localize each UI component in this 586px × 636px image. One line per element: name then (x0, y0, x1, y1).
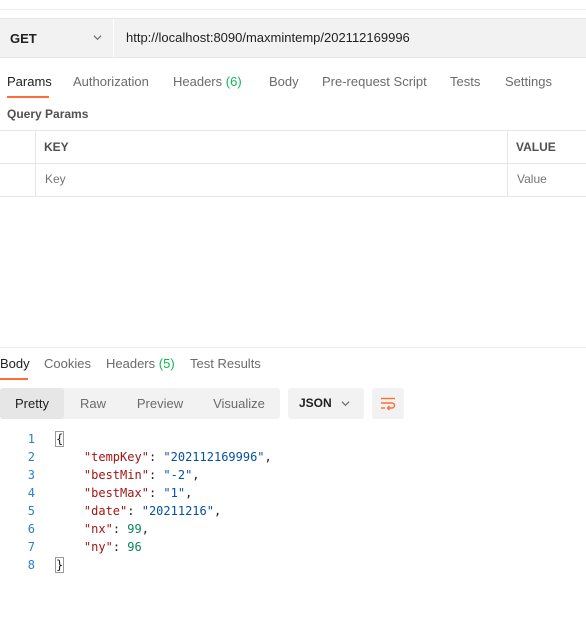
json-key: "bestMin" (83, 468, 149, 482)
tab-test-results[interactable]: Test Results (190, 356, 261, 371)
value-input[interactable] (517, 172, 577, 186)
wrap-lines-button[interactable] (372, 388, 404, 419)
line-number: 8 (27, 558, 35, 572)
open-brace: { (55, 431, 65, 447)
active-response-tab-indicator (0, 378, 28, 380)
code-text: "nx": 99, (83, 522, 149, 536)
tab-body[interactable]: Body (269, 74, 299, 89)
line-number: 1 (27, 432, 35, 446)
line-number: 3 (27, 468, 35, 482)
response-tabs: Body Cookies Headers (5) Test Results (0, 356, 586, 380)
json-value: 96 (127, 540, 142, 554)
raw-button[interactable]: Raw (64, 388, 122, 419)
tab-params[interactable]: Params (7, 74, 52, 89)
code-text: "date": "20211216", (83, 504, 222, 518)
tab-headers-label: Headers (173, 74, 223, 89)
table-row (0, 163, 586, 197)
json-key: "bestMax" (83, 486, 149, 500)
code-line: 1{ (0, 430, 586, 448)
method-divider (113, 19, 114, 57)
code-line: 2 "tempKey": "202112169996", (0, 448, 586, 466)
tab-headers[interactable]: Headers (6) (173, 74, 242, 89)
json-comma: , (264, 450, 272, 464)
column-divider (35, 131, 36, 163)
close-brace: } (55, 557, 65, 573)
json-comma: , (185, 486, 193, 500)
line-number: 4 (27, 486, 35, 500)
line-number: 2 (27, 450, 35, 464)
request-bar: GET (0, 18, 586, 58)
format-select[interactable]: JSON (288, 388, 364, 419)
code-text: { (55, 430, 65, 448)
code-line: 6 "nx": 99, (0, 520, 586, 538)
code-line: 4 "bestMax": "1", (0, 484, 586, 502)
json-key: "tempKey" (83, 450, 149, 464)
json-value: "1" (163, 486, 186, 500)
response-divider (0, 347, 586, 348)
json-value: "202112169996" (163, 450, 265, 464)
json-value: "-2" (163, 468, 193, 482)
json-key: "ny" (83, 540, 113, 554)
json-comma: , (141, 522, 149, 536)
tab-prerequest-script[interactable]: Pre-request Script (322, 74, 427, 89)
code-line: 5 "date": "20211216", (0, 502, 586, 520)
url-input[interactable] (126, 19, 566, 57)
code-line: 7 "ny": 96 (0, 538, 586, 556)
column-divider (507, 164, 508, 196)
chevron-down-icon (93, 35, 102, 41)
pretty-button[interactable]: Pretty (0, 388, 64, 419)
code-text: "bestMax": "1", (83, 486, 193, 500)
response-headers-count-badge: (5) (158, 356, 175, 371)
query-params-table: KEY VALUE (0, 130, 586, 197)
tab-response-headers-label: Headers (106, 356, 156, 371)
wrap-lines-icon (381, 397, 396, 411)
key-input[interactable] (45, 172, 105, 186)
column-divider (35, 164, 36, 196)
line-number: 7 (27, 540, 35, 554)
preview-button[interactable]: Preview (122, 388, 198, 419)
format-label: JSON (299, 396, 332, 410)
visualize-button[interactable]: Visualize (198, 388, 280, 419)
response-body-viewer[interactable]: 1{2 "tempKey": "202112169996", 3 "bestMin… (0, 430, 586, 574)
tab-response-headers[interactable]: Headers (5) (106, 356, 175, 371)
top-divider (0, 9, 586, 10)
value-column-header: VALUE (516, 140, 556, 154)
view-mode-selector: Pretty Raw Preview Visualize (0, 388, 280, 419)
line-number: 5 (27, 504, 35, 518)
code-text: } (55, 556, 65, 574)
json-comma: , (213, 504, 222, 518)
code-text: "tempKey": "202112169996", (83, 450, 272, 464)
headers-count-badge: (6) (225, 74, 242, 89)
key-column-header: KEY (44, 140, 69, 154)
json-key: "date" (83, 504, 128, 518)
method-label: GET (10, 30, 37, 46)
json-value: "20211216" (141, 504, 214, 518)
request-tabs: Params Authorization Headers (6) Body Pr… (0, 70, 586, 100)
line-number: 6 (27, 522, 35, 536)
tab-tests[interactable]: Tests (450, 74, 480, 89)
chevron-down-icon (341, 401, 350, 407)
query-params-label: Query Params (7, 107, 89, 121)
code-line: 8} (0, 556, 586, 574)
code-line: 3 "bestMin": "-2", (0, 466, 586, 484)
tab-settings[interactable]: Settings (505, 74, 552, 89)
table-header-row: KEY VALUE (0, 130, 586, 163)
json-comma: , (192, 468, 200, 482)
tab-cookies[interactable]: Cookies (44, 356, 91, 371)
method-select[interactable]: GET (0, 19, 113, 57)
active-tab-indicator (7, 96, 49, 98)
tab-response-body[interactable]: Body (0, 356, 30, 371)
code-text: "ny": 96 (83, 540, 142, 554)
json-value: 99 (127, 522, 142, 536)
column-divider (507, 131, 508, 163)
json-key: "nx" (83, 522, 113, 536)
code-text: "bestMin": "-2", (83, 468, 200, 482)
tab-authorization[interactable]: Authorization (73, 74, 149, 89)
